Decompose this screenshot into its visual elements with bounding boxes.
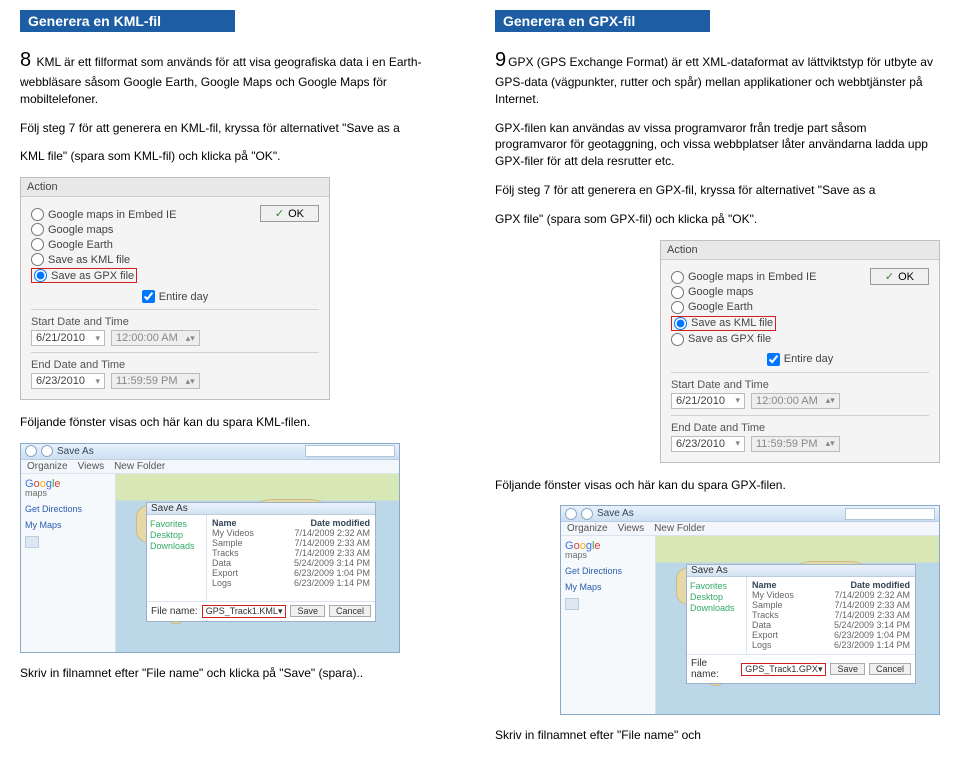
- list-item: Sample7/14/2009 2:33 AM: [750, 600, 912, 610]
- cancel-button[interactable]: Cancel: [869, 663, 911, 675]
- toolbar-newfolder[interactable]: New Folder: [114, 461, 165, 472]
- side-link-directions[interactable]: Get Directions: [565, 566, 651, 576]
- list-item: Sample7/14/2009 2:33 AM: [210, 538, 372, 548]
- list-item: Data5/24/2009 3:14 PM: [750, 620, 912, 630]
- radio-maps[interactable]: Google maps: [671, 286, 753, 298]
- toolbar-newfolder[interactable]: New Folder: [654, 523, 705, 534]
- toolbar-views[interactable]: Views: [618, 523, 645, 534]
- list-item: Export6/23/2009 1:04 PM: [750, 630, 912, 640]
- radio-maps[interactable]: Google maps: [31, 224, 113, 236]
- list-item: My Videos7/14/2009 2:32 AM: [750, 590, 912, 600]
- radio-kml[interactable]: Save as KML file: [674, 317, 773, 329]
- cancel-button[interactable]: Cancel: [329, 605, 371, 617]
- search-input[interactable]: [305, 445, 395, 457]
- radio-earth[interactable]: Google Earth: [31, 239, 113, 251]
- entire-day-checkbox[interactable]: Entire day: [767, 353, 834, 365]
- fav-desktop[interactable]: Desktop: [150, 530, 203, 540]
- folder-icon: [25, 536, 39, 548]
- side-link-mymaps[interactable]: My Maps: [25, 520, 111, 530]
- fav-favorites[interactable]: Favorites: [150, 519, 203, 529]
- fav-downloads[interactable]: Downloads: [150, 541, 203, 551]
- save-window-title: Save As: [57, 446, 94, 457]
- inner-save-dialog: Save As Favorites Desktop Downloads Name…: [146, 502, 376, 622]
- toolbar-views[interactable]: Views: [78, 461, 105, 472]
- filename-label: File name:: [151, 606, 198, 617]
- nav-fwd-icon[interactable]: [41, 445, 53, 457]
- start-date-label: Start Date and Time: [31, 316, 319, 328]
- radio-gpx[interactable]: Save as GPX file: [34, 270, 134, 282]
- end-date-input[interactable]: 6/23/2010▾: [31, 373, 105, 389]
- gpx-footer: Skriv in filnamnet efter "File name" och: [495, 727, 940, 744]
- section-title-kml: Generera en KML-fil: [20, 10, 235, 32]
- gpx-intro: 9GPX (GPS Exchange Format) är ett XML-da…: [495, 46, 940, 108]
- save-window-gpx: Save As Organize Views New Folder Google…: [560, 505, 940, 715]
- nav-fwd-icon[interactable]: [581, 508, 593, 520]
- entire-day-checkbox[interactable]: Entire day: [142, 291, 209, 303]
- kml-step7-a: Följ steg 7 för att generera en KML-fil,…: [20, 120, 465, 137]
- kml-step7-b: KML file" (spara som KML-fil) och klicka…: [20, 148, 465, 165]
- section-title-gpx: Generera en GPX-fil: [495, 10, 710, 32]
- save-button[interactable]: Save: [830, 663, 865, 675]
- end-date-label: End Date and Time: [31, 359, 319, 371]
- end-date-input[interactable]: 6/23/2010▾: [671, 436, 745, 452]
- toolbar-organize[interactable]: Organize: [567, 523, 608, 534]
- step-number-8: 8: [20, 49, 31, 71]
- radio-gpx[interactable]: Save as GPX file: [671, 333, 771, 345]
- right-column: Generera en GPX-fil 9GPX (GPS Exchange F…: [495, 10, 940, 756]
- check-icon: ✓: [885, 271, 894, 283]
- radio-earth[interactable]: Google Earth: [671, 301, 753, 313]
- save-window-kml: Save As Organize Views New Folder Google…: [20, 443, 400, 653]
- kml-intro: 8 KML är ett filformat som används för a…: [20, 46, 465, 108]
- radio-embed[interactable]: Google maps in Embed IE: [31, 209, 176, 221]
- start-date-input[interactable]: 6/21/2010▾: [31, 330, 105, 346]
- check-icon: ✓: [275, 208, 284, 220]
- action-panel-title: Action: [21, 178, 329, 197]
- maps-label: maps: [25, 488, 111, 498]
- list-item: Export6/23/2009 1:04 PM: [210, 568, 372, 578]
- end-time-input[interactable]: 11:59:59 PM▴▾: [751, 436, 840, 452]
- list-item: Logs6/23/2009 1:14 PM: [750, 640, 912, 650]
- start-time-input[interactable]: 12:00:00 AM▴▾: [751, 393, 840, 409]
- start-date-input[interactable]: 6/21/2010▾: [671, 393, 745, 409]
- inner-save-dialog: Save As Favorites Desktop Downloads Name…: [686, 564, 916, 684]
- list-item: Data5/24/2009 3:14 PM: [210, 558, 372, 568]
- ok-button[interactable]: ✓OK: [260, 205, 319, 222]
- nav-back-icon[interactable]: [25, 445, 37, 457]
- list-item: Logs6/23/2009 1:14 PM: [210, 578, 372, 588]
- list-item: Tracks7/14/2009 2:33 AM: [750, 610, 912, 620]
- gpx-usage: GPX-filen kan användas av vissa programv…: [495, 120, 940, 170]
- nav-back-icon[interactable]: [565, 508, 577, 520]
- end-time-input[interactable]: 11:59:59 PM▴▾: [111, 373, 200, 389]
- step-number-9: 9: [495, 49, 506, 71]
- save-button[interactable]: Save: [290, 605, 325, 617]
- search-input[interactable]: [845, 508, 935, 520]
- radio-embed[interactable]: Google maps in Embed IE: [671, 271, 816, 283]
- list-item: Tracks7/14/2009 2:33 AM: [210, 548, 372, 558]
- filename-input[interactable]: GPS_Track1.GPX▾: [741, 663, 826, 676]
- ok-button[interactable]: ✓OK: [870, 268, 929, 285]
- folder-icon: [565, 598, 579, 610]
- toolbar-organize[interactable]: Organize: [27, 461, 68, 472]
- side-link-mymaps[interactable]: My Maps: [565, 582, 651, 592]
- radio-kml[interactable]: Save as KML file: [31, 254, 130, 266]
- list-item: My Videos7/14/2009 2:32 AM: [210, 528, 372, 538]
- kml-after-panel: Följande fönster visas och här kan du sp…: [20, 414, 465, 431]
- gpx-step7-b: GPX file" (spara som GPX-fil) och klicka…: [495, 211, 940, 228]
- gpx-after-panel: Följande fönster visas och här kan du sp…: [495, 477, 940, 494]
- kml-footer: Skriv in filnamnet efter "File name" och…: [20, 665, 465, 682]
- action-panel-left: Action ✓OK Google maps in Embed IE Googl…: [20, 177, 330, 400]
- side-link-directions[interactable]: Get Directions: [25, 504, 111, 514]
- filename-input[interactable]: GPS_Track1.KML▾: [202, 605, 287, 618]
- action-panel-right: Action ✓OK Google maps in Embed IE Googl…: [660, 240, 940, 463]
- gpx-step7-a: Följ steg 7 för att generera en GPX-fil,…: [495, 182, 940, 199]
- left-column: Generera en KML-fil 8 KML är ett filform…: [20, 10, 465, 756]
- start-time-input[interactable]: 12:00:00 AM▴▾: [111, 330, 200, 346]
